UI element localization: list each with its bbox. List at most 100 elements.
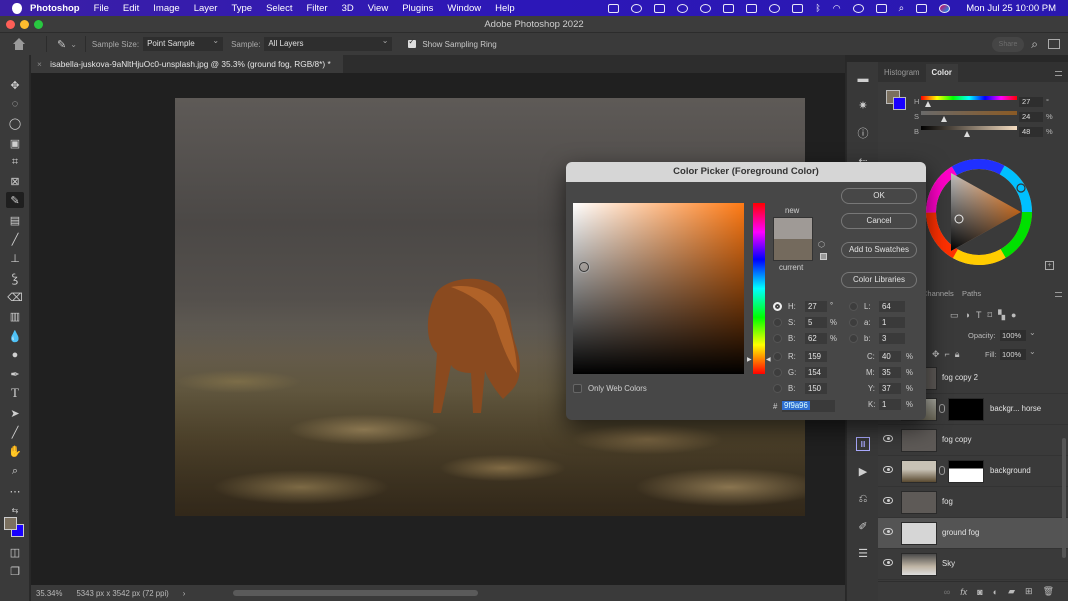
new-layer-icon[interactable]: ⊞ — [1025, 586, 1033, 597]
screen-share-icon[interactable] — [723, 3, 735, 13]
comments-icon[interactable]: ▬ — [856, 72, 870, 86]
layer-thumbnail[interactable] — [901, 491, 937, 514]
lasso-tool-icon[interactable]: ◯ — [6, 115, 24, 131]
layer-row[interactable]: fog copy — [878, 425, 1068, 456]
fx-icon[interactable]: fx — [960, 587, 967, 597]
move-tool-icon[interactable]: ✥ — [6, 77, 24, 93]
color-wheel[interactable] — [924, 151, 1034, 273]
path-select-tool-icon[interactable]: ➤ — [6, 405, 24, 421]
visibility-eye-icon[interactable] — [883, 435, 893, 442]
visibility-eye-icon[interactable] — [883, 466, 893, 473]
menu-edit[interactable]: Edit — [123, 3, 139, 14]
l-input[interactable]: 64 — [879, 301, 905, 312]
dropbox-icon[interactable] — [654, 3, 666, 13]
web-safe-warning-icon[interactable] — [820, 253, 827, 260]
layer-mask-thumbnail[interactable] — [948, 460, 984, 483]
l-radio[interactable] — [849, 302, 858, 311]
color-libraries-button[interactable]: Color Libraries — [841, 272, 917, 288]
hex-value[interactable]: 9f9a96 — [782, 401, 810, 410]
swap-colors-icon[interactable]: ⇆ — [6, 502, 24, 518]
hand-tool-icon[interactable]: ✋ — [6, 443, 24, 459]
wifi-icon[interactable]: ◠ — [833, 3, 841, 14]
layer-name[interactable]: background — [990, 466, 1031, 475]
home-icon[interactable] — [12, 38, 26, 50]
tab-histogram[interactable]: Histogram — [878, 64, 926, 82]
menu-filter[interactable]: Filter — [306, 3, 327, 14]
sample-size-select[interactable]: Point Sample — [143, 34, 224, 51]
filter-toggle-icon[interactable]: ● — [1011, 310, 1022, 320]
hex-input[interactable]: 9f9a96 — [782, 400, 835, 412]
filter-adjustment-icon[interactable]: ◑ — [965, 310, 976, 320]
layer-name[interactable]: fog copy 2 — [942, 373, 978, 382]
m-input[interactable]: 35 — [879, 367, 901, 378]
s-radio[interactable] — [773, 318, 782, 327]
bars-icon[interactable] — [677, 3, 689, 13]
adjustments-icon[interactable]: ☰ — [856, 547, 870, 561]
layer-thumbnail[interactable] — [901, 460, 937, 483]
layer-row[interactable]: ground fog — [878, 518, 1068, 549]
lab-b-input[interactable]: 3 — [879, 333, 905, 344]
menu-file[interactable]: File — [94, 3, 109, 14]
brushes-icon[interactable]: ✐ — [856, 520, 870, 534]
frame-tool-icon[interactable]: ⊠ — [6, 173, 24, 189]
zoom-tool-icon[interactable]: ⌕ — [6, 463, 24, 479]
healing-tool-icon[interactable]: ▤ — [6, 212, 24, 228]
menu-plugins[interactable]: Plugins — [402, 3, 433, 14]
hue-slider[interactable] — [753, 203, 765, 374]
search-icon[interactable]: ⌕ — [899, 3, 905, 14]
crop-tool-icon[interactable]: ⌗ — [6, 154, 24, 170]
add-to-library-icon[interactable]: + — [1045, 261, 1054, 270]
layer-name[interactable]: ground fog — [942, 528, 979, 537]
line-tool-icon[interactable]: ╱ — [6, 424, 24, 440]
r-radio[interactable] — [773, 352, 782, 361]
s-value-field[interactable]: 24 — [1019, 112, 1043, 122]
saturation-slider-thumb[interactable] — [940, 116, 947, 122]
h-input[interactable]: 27 — [805, 301, 827, 312]
actions-play-icon[interactable]: ▶ — [856, 465, 870, 479]
share-button[interactable]: Share — [992, 37, 1024, 52]
background-swatch[interactable] — [893, 97, 906, 110]
menu-window[interactable]: Window — [447, 3, 481, 14]
horizontal-scrollbar[interactable] — [233, 590, 478, 596]
h-radio[interactable] — [773, 302, 782, 311]
info-icon[interactable]: ⓘ — [856, 127, 870, 141]
history-brush-tool-icon[interactable]: Ꝣ — [6, 270, 24, 286]
visibility-eye-icon[interactable] — [883, 528, 893, 535]
blur-tool-icon[interactable]: 💧 — [6, 328, 24, 344]
filter-type-icon[interactable]: T — [976, 310, 988, 320]
layer-thumbnail[interactable] — [901, 522, 937, 545]
g-radio[interactable] — [773, 368, 782, 377]
quick-mask-icon[interactable]: ◫ — [6, 544, 24, 560]
screen-mode-icon[interactable]: ❐ — [6, 563, 24, 579]
search-icon[interactable]: ⌕ — [1031, 37, 1038, 52]
mask-link-icon[interactable] — [939, 404, 945, 413]
eyedropper-preset-icon[interactable]: ✎ — [57, 38, 66, 51]
siri-icon[interactable] — [939, 3, 951, 13]
layer-name[interactable]: Sky — [942, 559, 955, 568]
layout-icon[interactable] — [792, 3, 804, 13]
menu-view[interactable]: View — [368, 3, 388, 14]
pen-tool-icon[interactable]: ✒ — [6, 366, 24, 382]
new-group-icon[interactable]: ▰ — [1008, 586, 1015, 597]
a-input[interactable]: 1 — [879, 317, 905, 328]
layer-thumbnail[interactable] — [901, 553, 937, 576]
user-icon[interactable] — [852, 3, 864, 13]
object-select-tool-icon[interactable]: ▣ — [6, 135, 24, 151]
dodge-tool-icon[interactable]: ● — [6, 347, 24, 363]
sample-select[interactable]: All Layers — [264, 34, 393, 51]
zoom-icon[interactable] — [608, 3, 620, 13]
saturation-slider[interactable] — [921, 111, 1017, 115]
creative-cloud-icon[interactable] — [631, 3, 643, 13]
add-to-swatches-button[interactable]: Add to Swatches — [841, 242, 917, 258]
y-input[interactable]: 37 — [879, 383, 901, 394]
bookmark-icon[interactable] — [746, 3, 758, 13]
only-web-colors-checkbox[interactable] — [573, 384, 582, 393]
menu-help[interactable]: Help — [495, 3, 515, 14]
filter-smart-icon[interactable]: ▚ — [998, 310, 1011, 320]
b-input[interactable]: 62 — [805, 333, 827, 344]
hue-slider[interactable] — [921, 96, 1017, 100]
tab-color[interactable]: Color — [925, 64, 958, 82]
ok-button[interactable]: OK — [841, 188, 917, 204]
keyboard-icon[interactable] — [875, 3, 887, 13]
zoom-level[interactable]: 35.34% — [36, 589, 62, 598]
